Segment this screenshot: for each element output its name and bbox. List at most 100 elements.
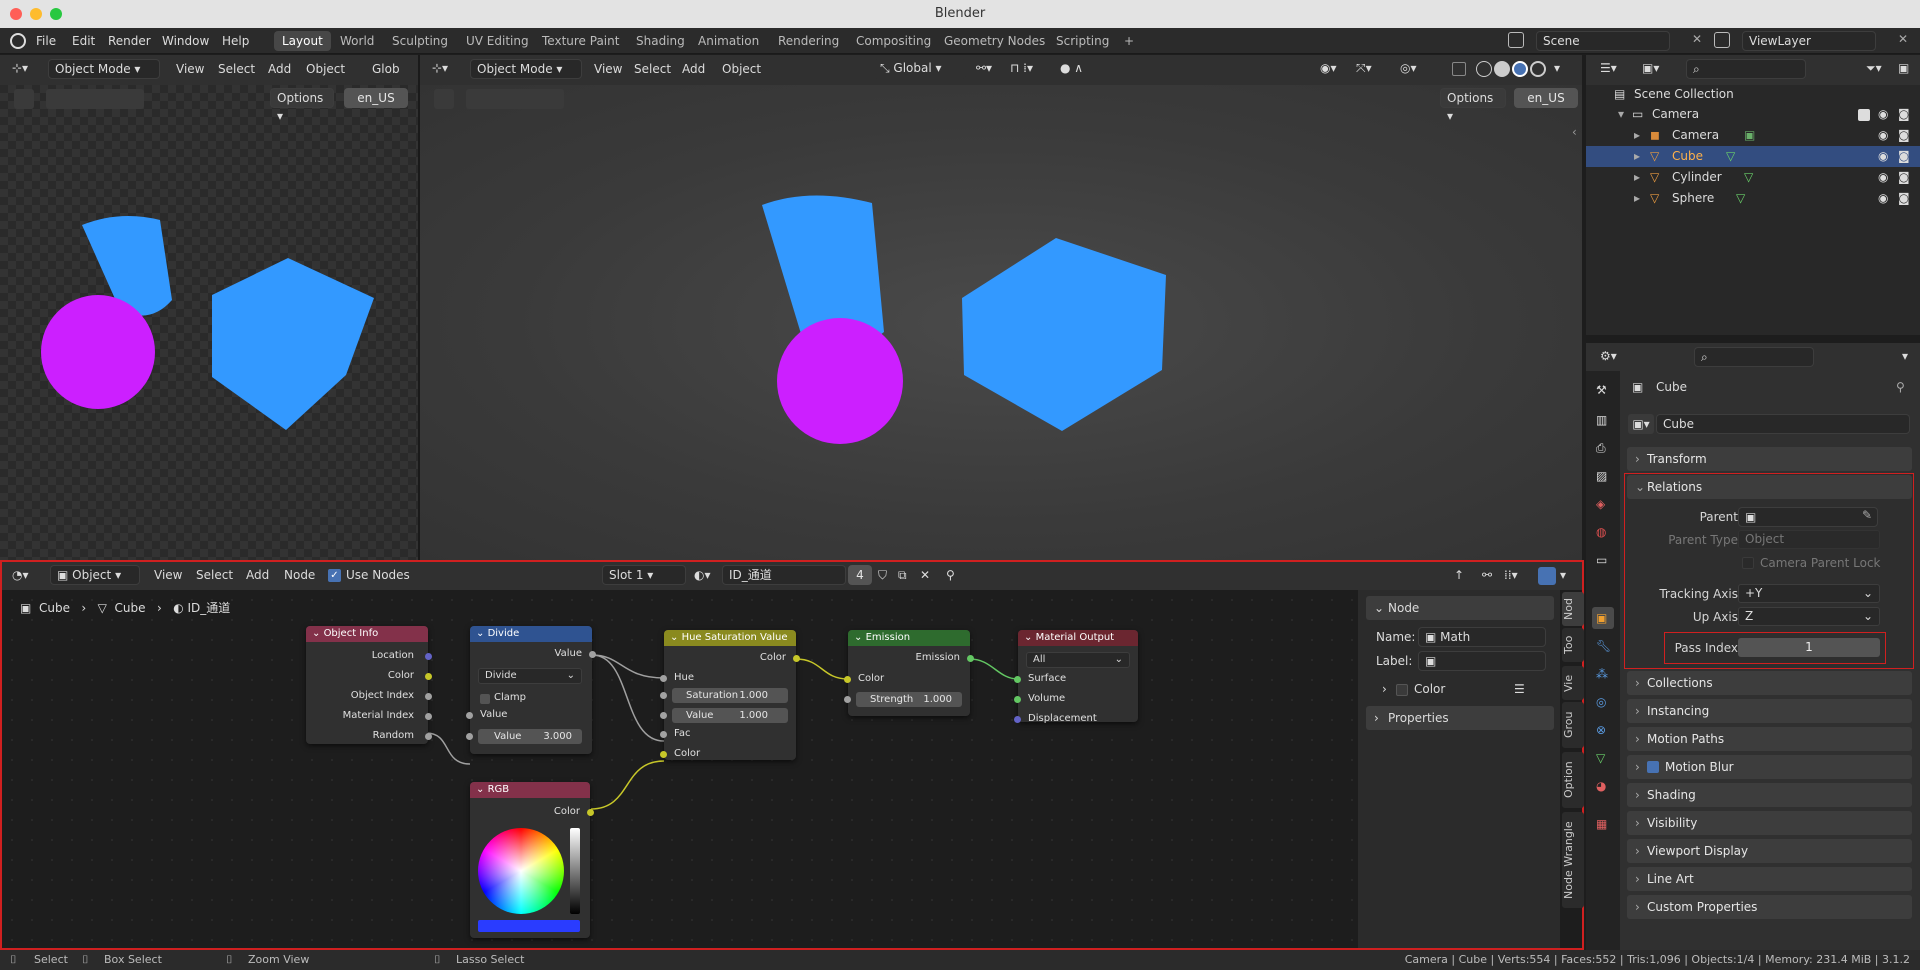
physics-tab-icon[interactable]: ◎ <box>1596 695 1606 709</box>
scene-field[interactable]: Scene <box>1536 31 1670 51</box>
divide-operation-select[interactable]: Divide ⌄ <box>478 668 582 684</box>
strength-field[interactable]: Strength 1.000 <box>856 692 962 707</box>
add-workspace-button[interactable]: + <box>1116 31 1142 51</box>
tab-tool[interactable]: Too <box>1562 628 1584 662</box>
volume-socket[interactable] <box>1014 696 1021 703</box>
color-socket[interactable] <box>425 673 432 680</box>
scene-icon[interactable] <box>1508 32 1524 48</box>
node-color-checkbox[interactable] <box>1396 684 1408 696</box>
constraints-tab-icon[interactable]: ⊗ <box>1596 723 1606 737</box>
tab-options[interactable]: Option <box>1562 752 1584 808</box>
divide-value-field[interactable]: Value 3.000 <box>478 729 582 744</box>
node-canvas[interactable]: ▣ Cube › ▽ Cube › ◐ ID_通道 ⌄ Object Info … <box>2 590 1356 948</box>
relations-section[interactable]: ⌄ Relations <box>1627 475 1912 499</box>
parent-field[interactable]: ▣ <box>1738 507 1878 527</box>
divide-input-socket[interactable] <box>466 712 473 719</box>
hsv-title[interactable]: ⌄ Hue Saturation Value <box>664 630 796 646</box>
view-layer-icon[interactable] <box>1714 32 1730 48</box>
cube-visibility-icon[interactable]: ◉ <box>1878 149 1888 163</box>
left-menu-view[interactable]: View <box>176 62 204 76</box>
outliner-editor-icon[interactable]: ☰▾ <box>1600 61 1617 75</box>
cube-object[interactable] <box>962 238 1166 431</box>
scene-tab-icon[interactable]: ◈ <box>1596 497 1605 511</box>
sidebar-toggle-icon[interactable]: ‹ <box>1572 125 1577 139</box>
cube-object[interactable] <box>212 258 374 430</box>
tab-scripting[interactable]: Scripting <box>1048 31 1117 51</box>
minimize-window-button[interactable] <box>30 8 42 20</box>
sphere-object[interactable] <box>777 318 903 444</box>
surface-socket[interactable] <box>1014 676 1021 683</box>
properties-editor-icon[interactable]: ⚙▾ <box>1600 349 1617 363</box>
main-menu-add[interactable]: Add <box>682 62 705 76</box>
slot-select[interactable]: Slot 1 ▾ <box>602 565 686 585</box>
sphere-object[interactable] <box>41 295 155 409</box>
snap-target-icon[interactable]: ⁞⁞▾ <box>1504 568 1518 582</box>
emission-title[interactable]: ⌄ Emission <box>848 630 970 646</box>
collections-section[interactable]: › Collections <box>1627 671 1912 695</box>
divide-node[interactable]: ⌄ Divide Value Divide ⌄ Clamp Value Valu… <box>466 626 596 754</box>
color-presets-icon[interactable]: ☰ <box>1514 682 1525 696</box>
left-transform-orientation[interactable]: Glob <box>372 62 400 76</box>
tab-uv-editing[interactable]: UV Editing <box>458 31 537 51</box>
data-tab-icon[interactable]: ▽ <box>1596 751 1605 765</box>
clamp-checkbox[interactable] <box>480 694 490 704</box>
main-menu-select[interactable]: Select <box>634 62 671 76</box>
emission-node[interactable]: ⌄ Emission Emission Color Strength 1.000 <box>844 630 974 716</box>
hue-socket[interactable] <box>660 675 667 682</box>
visibility-icon[interactable]: ◉▾ <box>1320 61 1337 75</box>
view-layer-field[interactable]: ViewLayer <box>1742 31 1876 51</box>
output-tab-icon[interactable]: ⎙ <box>1596 441 1606 456</box>
motion-blur-section[interactable]: › Motion Blur <box>1627 755 1912 779</box>
scene-collection-label[interactable]: Scene Collection <box>1634 87 1734 101</box>
properties-search-field[interactable]: ⌕ <box>1694 347 1814 367</box>
menu-file[interactable]: File <box>36 34 56 48</box>
viewport-display-section[interactable]: › Viewport Display <box>1627 839 1912 863</box>
scene-remove-icon[interactable]: ✕ <box>1692 32 1702 46</box>
node-menu-select[interactable]: Select <box>196 568 233 582</box>
texture-tab-icon[interactable]: ▦ <box>1596 817 1607 831</box>
object-browse-icon[interactable]: ▣▾ <box>1628 414 1654 434</box>
strength-socket[interactable] <box>844 696 851 703</box>
object-tab-icon[interactable]: ▣ <box>1596 611 1607 625</box>
collection-label[interactable]: Camera <box>1652 107 1699 121</box>
node-name-field[interactable]: ▣ Math <box>1418 627 1546 647</box>
tab-compositing[interactable]: Compositing <box>848 31 939 51</box>
rgb-title[interactable]: ⌄ RGB <box>470 782 590 798</box>
divide-output-socket[interactable] <box>589 651 596 658</box>
random-socket[interactable] <box>425 733 432 740</box>
outliner-search-field[interactable]: ⌕ <box>1686 59 1806 79</box>
main-menu-object[interactable]: Object <box>722 62 761 76</box>
object-info-title[interactable]: ⌄ Object Info <box>306 626 428 642</box>
overlay-dropdown-icon[interactable]: ▾ <box>1560 568 1566 582</box>
hsv-value-field[interactable]: Value 1.000 <box>672 708 788 723</box>
outliner-row-cube[interactable]: ▸ ▽ Cube ▽ ◉ ◙ <box>1586 146 1920 167</box>
tab-node-wrangler[interactable]: Node Wrangle <box>1562 812 1584 908</box>
tab-world[interactable]: World <box>332 31 382 51</box>
object-info-node[interactable]: ⌄ Object Info Location Color Object Inde… <box>306 626 432 744</box>
tab-texture-paint[interactable]: Texture Paint <box>534 31 627 51</box>
menu-edit[interactable]: Edit <box>72 34 95 48</box>
saturation-socket[interactable] <box>660 692 667 699</box>
material-index-socket[interactable] <box>425 713 432 720</box>
collection-expand-icon[interactable]: ▾ <box>1618 107 1624 121</box>
parent-node-tree-icon[interactable]: ↑ <box>1454 568 1464 582</box>
tab-rendering[interactable]: Rendering <box>770 31 847 51</box>
modifier-tab-icon[interactable]: 🔧︎ <box>1596 639 1611 653</box>
sphere-render-icon[interactable]: ◙ <box>1898 191 1910 205</box>
view-layer-tab-icon[interactable]: ▨ <box>1596 469 1607 483</box>
cube-render-icon[interactable]: ◙ <box>1898 149 1910 163</box>
location-socket[interactable] <box>425 653 432 660</box>
tab-node[interactable]: Nod <box>1562 592 1584 626</box>
overlay-icon[interactable]: ◎▾ <box>1400 61 1417 75</box>
material-browse-icon[interactable]: ◐▾ <box>694 568 711 582</box>
fac-socket[interactable] <box>660 731 667 738</box>
tab-layout[interactable]: Layout <box>274 31 331 51</box>
fake-user-icon[interactable]: ⛉ <box>878 568 887 583</box>
view-layer-remove-icon[interactable]: ✕ <box>1898 32 1908 46</box>
collection-tab-icon[interactable]: ▭ <box>1596 553 1607 567</box>
custom-properties-section[interactable]: › Custom Properties <box>1627 895 1912 919</box>
world-tab-icon[interactable]: ◍ <box>1596 525 1606 539</box>
object-name-field[interactable]: Cube <box>1656 414 1910 434</box>
output-target-select[interactable]: All ⌄ <box>1026 652 1130 668</box>
tab-shading[interactable]: Shading <box>628 31 693 51</box>
